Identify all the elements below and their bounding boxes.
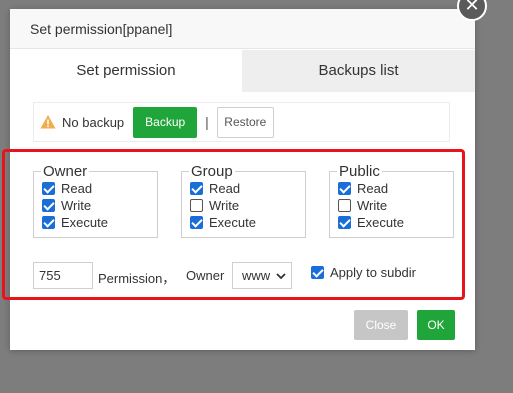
dialog-close-button[interactable]: ✕ [457, 0, 489, 22]
tab-backups-list[interactable]: Backups list [242, 50, 475, 92]
close-button[interactable]: Close [354, 310, 408, 340]
tab-bar: Set permission Backups list [10, 50, 475, 92]
warning-icon [40, 115, 56, 129]
restore-button[interactable]: Restore [216, 106, 274, 138]
backup-status: No backup [62, 114, 125, 130]
dialog-title: Set permission[ppanel] [10, 9, 475, 49]
backup-button[interactable]: Backup [133, 106, 198, 138]
dialog-footer: Close OK [10, 309, 475, 350]
tab-set-permission[interactable]: Set permission [10, 50, 242, 92]
highlight-box [2, 149, 465, 300]
close-icon[interactable]: ✕ [457, 0, 487, 21]
backup-bar: No backup Backup | Restore [33, 102, 450, 142]
separator: | [205, 114, 209, 130]
ok-button[interactable]: OK [417, 310, 455, 340]
